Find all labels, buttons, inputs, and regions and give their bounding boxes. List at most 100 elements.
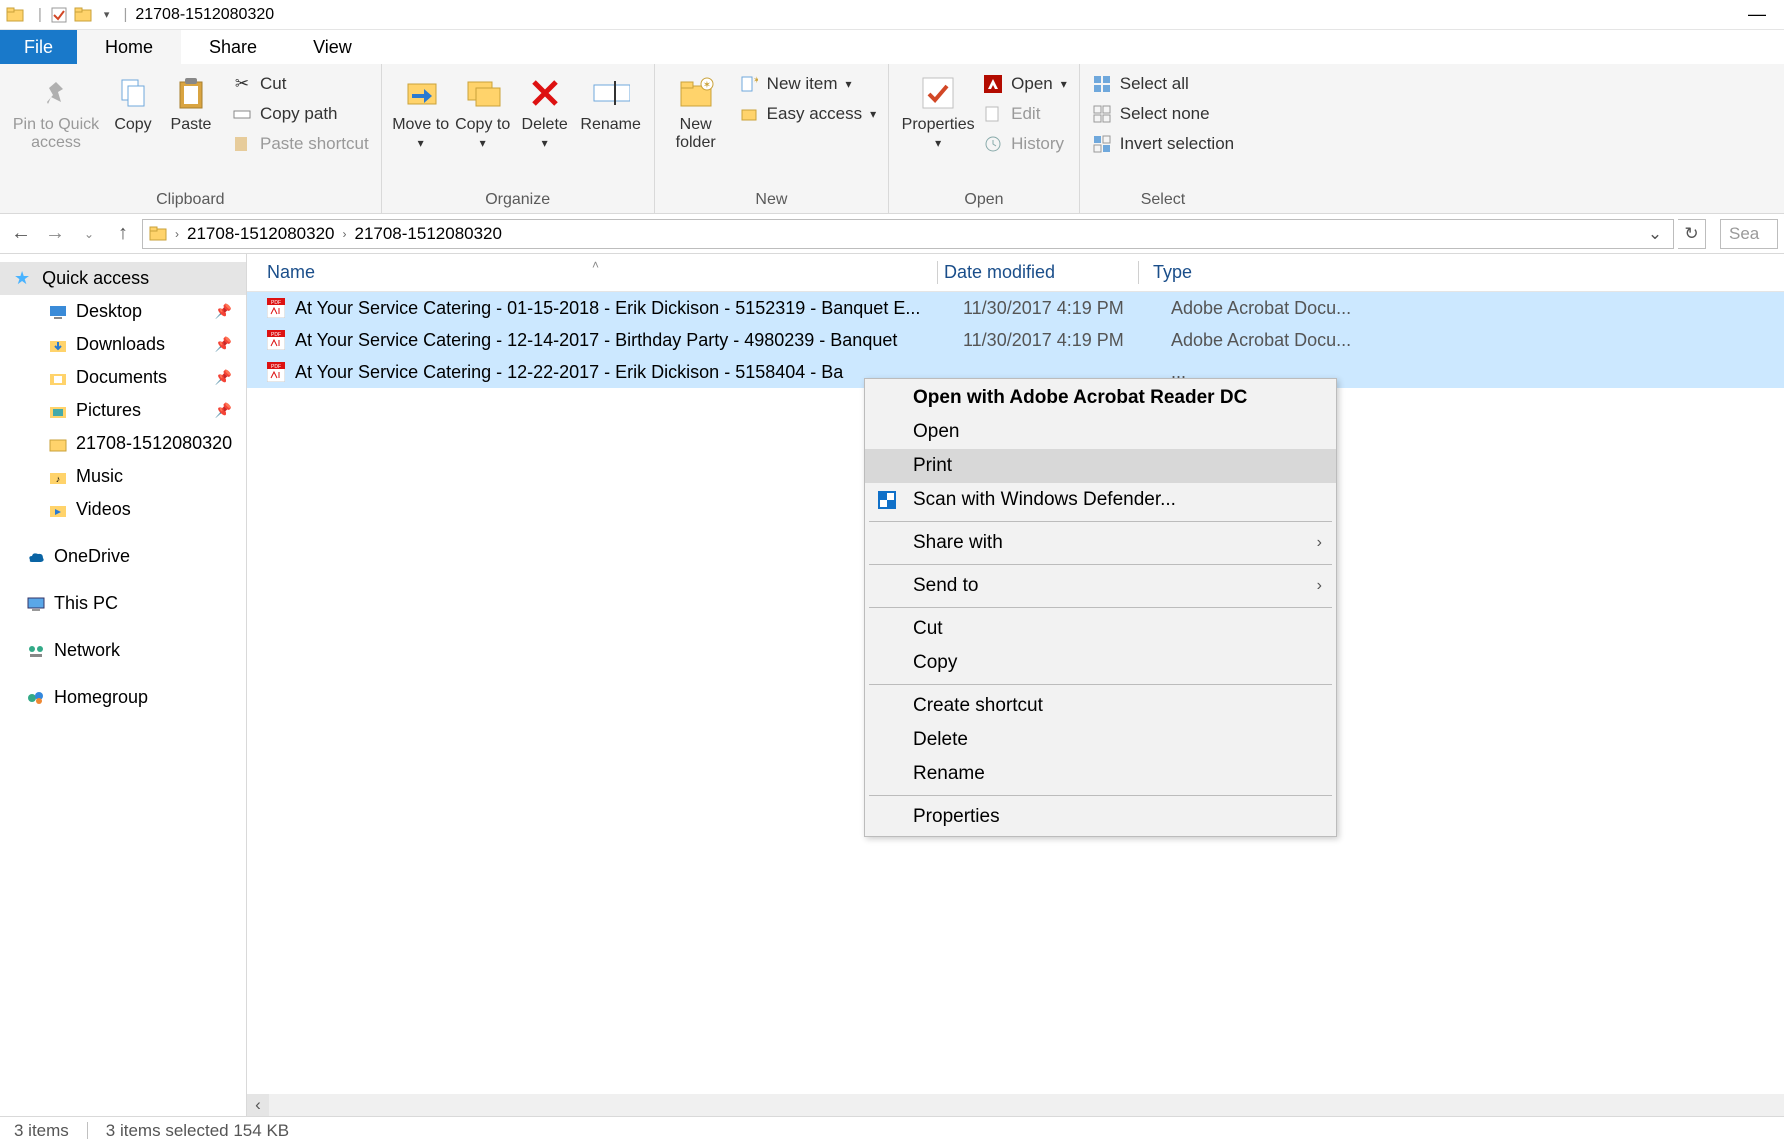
svg-text:✶: ✶: [702, 80, 710, 91]
videos-icon: [48, 500, 68, 520]
select-all-button[interactable]: Select all: [1088, 72, 1238, 96]
nav-desktop[interactable]: Desktop📌: [0, 295, 246, 328]
onedrive-icon: [26, 547, 46, 567]
pictures-icon: [48, 401, 68, 421]
file-name: At Your Service Catering - 12-14-2017 - …: [295, 330, 957, 351]
scroll-left-button[interactable]: ‹: [247, 1094, 269, 1116]
file-type: Adobe Acrobat Docu...: [1157, 298, 1784, 319]
chevron-right-icon[interactable]: ›: [342, 227, 346, 241]
address-dropdown-button[interactable]: ⌄: [1643, 224, 1667, 244]
search-input[interactable]: Sea: [1720, 219, 1778, 249]
history-dropdown-button[interactable]: ⌄: [74, 219, 104, 249]
new-item-button[interactable]: ✶New item ▾: [735, 72, 880, 96]
nav-homegroup[interactable]: Homegroup: [0, 681, 246, 714]
ctx-open-with-adobe[interactable]: Open with Adobe Acrobat Reader DC: [865, 381, 1336, 415]
column-header-date[interactable]: Date modified: [938, 262, 1138, 283]
history-button[interactable]: History: [979, 132, 1071, 156]
forward-button[interactable]: →: [40, 219, 70, 249]
ribbon-tabs: File Home Share View: [0, 29, 1784, 64]
up-button[interactable]: ↑: [108, 219, 138, 249]
breadcrumb-item[interactable]: 21708-1512080320: [354, 224, 501, 244]
ctx-print[interactable]: Print: [865, 449, 1336, 483]
nav-downloads[interactable]: Downloads📌: [0, 328, 246, 361]
ctx-cut[interactable]: Cut: [865, 612, 1336, 646]
ribbon-group-clipboard: Pin to Quick access Copy Paste ✂Cut Copy…: [0, 64, 382, 213]
nav-onedrive[interactable]: OneDrive: [0, 540, 246, 573]
checkbox-icon[interactable]: [50, 6, 68, 24]
address-bar[interactable]: › 21708-1512080320 › 21708-1512080320 ⌄: [142, 219, 1674, 249]
nav-documents[interactable]: Documents📌: [0, 361, 246, 394]
tab-home[interactable]: Home: [77, 30, 181, 64]
tab-file[interactable]: File: [0, 30, 77, 64]
ctx-send-to[interactable]: Send to›: [865, 569, 1336, 603]
status-bar: 3 items 3 items selected 154 KB: [0, 1116, 1784, 1144]
paste-shortcut-button[interactable]: Paste shortcut: [228, 132, 373, 156]
adobe-icon: [983, 74, 1003, 94]
pin-icon: [37, 74, 75, 112]
folder-icon: [6, 6, 24, 24]
selectall-icon: [1092, 74, 1112, 94]
rename-button[interactable]: Rename: [576, 68, 646, 134]
chevron-right-icon[interactable]: ›: [175, 227, 179, 241]
back-button[interactable]: ←: [6, 219, 36, 249]
ctx-delete[interactable]: Delete: [865, 723, 1336, 757]
context-menu: Open with Adobe Acrobat Reader DC Open P…: [864, 378, 1337, 837]
edit-button[interactable]: Edit: [979, 102, 1071, 126]
nav-this-pc[interactable]: This PC: [0, 587, 246, 620]
ctx-share-with[interactable]: Share with›: [865, 526, 1336, 560]
path-icon: [232, 104, 252, 124]
file-name: At Your Service Catering - 01-15-2018 - …: [295, 298, 957, 319]
copy-button[interactable]: Copy: [104, 68, 162, 134]
ctx-copy[interactable]: Copy: [865, 646, 1336, 680]
file-row[interactable]: PDF At Your Service Catering - 01-15-201…: [247, 292, 1784, 324]
column-header-name[interactable]: ˄Name: [247, 262, 937, 283]
status-selection: 3 items selected 154 KB: [106, 1121, 289, 1141]
easy-access-button[interactable]: Easy access ▾: [735, 102, 880, 126]
paste-icon: [172, 74, 210, 112]
nav-pictures[interactable]: Pictures📌: [0, 394, 246, 427]
move-to-button[interactable]: Move to ▾: [390, 68, 452, 153]
nav-network[interactable]: Network: [0, 634, 246, 667]
qat-dropdown-icon[interactable]: ▾: [104, 8, 110, 21]
ctx-open[interactable]: Open: [865, 415, 1336, 449]
new-folder-button[interactable]: ✶ New folder: [663, 68, 729, 153]
column-header-type[interactable]: Type: [1139, 262, 1784, 283]
file-row[interactable]: PDF At Your Service Catering - 12-14-201…: [247, 324, 1784, 356]
ctx-properties[interactable]: Properties: [865, 800, 1336, 834]
properties-button[interactable]: Properties▾: [897, 68, 979, 153]
pdf-icon: PDF: [265, 330, 287, 350]
cut-button[interactable]: ✂Cut: [228, 72, 373, 96]
pin-icon: 📌: [215, 369, 232, 386]
pin-icon: 📌: [215, 303, 232, 320]
minimize-button[interactable]: —: [1736, 4, 1778, 25]
copy-to-button[interactable]: Copy to ▾: [452, 68, 514, 153]
nav-videos[interactable]: Videos: [0, 493, 246, 526]
file-date: 11/30/2017 4:19 PM: [957, 298, 1157, 319]
paste-button[interactable]: Paste: [162, 68, 220, 134]
delete-button[interactable]: Delete▾: [514, 68, 576, 153]
invert-icon: [1092, 134, 1112, 154]
breadcrumb-item[interactable]: 21708-1512080320: [187, 224, 334, 244]
check-icon: [919, 74, 957, 112]
folder-icon: [74, 6, 92, 24]
invert-selection-button[interactable]: Invert selection: [1088, 132, 1238, 156]
svg-text:PDF: PDF: [271, 300, 281, 306]
ctx-rename[interactable]: Rename: [865, 757, 1336, 791]
copyto-icon: [464, 74, 502, 112]
open-button[interactable]: Open ▾: [979, 72, 1071, 96]
tab-share[interactable]: Share: [181, 30, 285, 64]
copy-path-button[interactable]: Copy path: [228, 102, 373, 126]
star-icon: ★: [14, 268, 30, 289]
refresh-button[interactable]: ↻: [1678, 219, 1706, 249]
ctx-create-shortcut[interactable]: Create shortcut: [865, 689, 1336, 723]
nav-quick-access[interactable]: ★Quick access: [0, 262, 246, 295]
nav-folder[interactable]: 21708-1512080320: [0, 427, 246, 460]
pin-quick-access-button[interactable]: Pin to Quick access: [8, 68, 104, 153]
select-none-button[interactable]: Select none: [1088, 102, 1238, 126]
nav-music[interactable]: ♪Music: [0, 460, 246, 493]
tab-view[interactable]: View: [285, 30, 380, 64]
rename-icon: [592, 74, 630, 112]
pc-icon: [26, 594, 46, 614]
ctx-scan-defender[interactable]: Scan with Windows Defender...: [865, 483, 1336, 517]
horizontal-scrollbar[interactable]: ‹: [247, 1094, 1784, 1116]
